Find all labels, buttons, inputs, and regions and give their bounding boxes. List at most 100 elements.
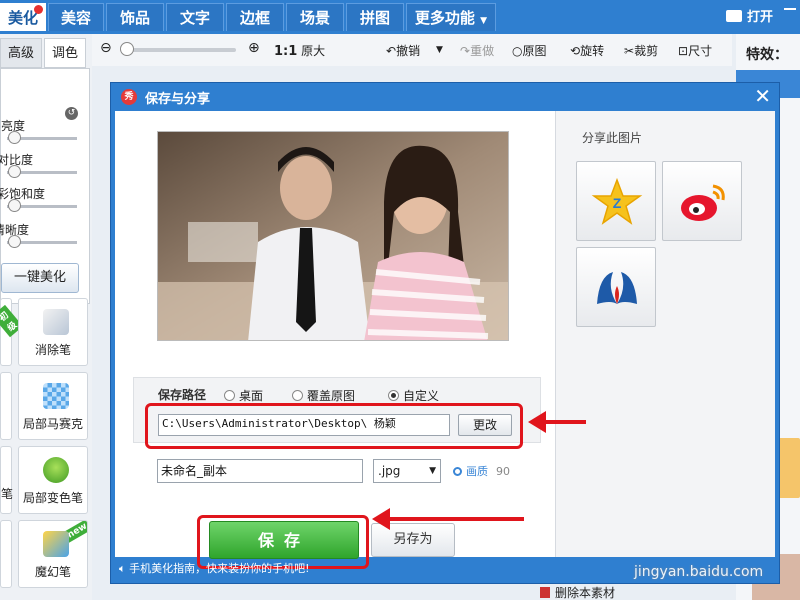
highlight-frame-path	[145, 403, 523, 449]
radio-overwrite-original[interactable]: 覆盖原图	[292, 387, 355, 404]
share-weibo-button[interactable]	[662, 161, 742, 241]
radio-circle-icon	[224, 390, 235, 401]
quality-setting[interactable]: 画质 90	[453, 463, 510, 479]
share-qzone-button[interactable]: Z	[576, 161, 656, 241]
format-value: .jpg	[378, 464, 401, 478]
minimize-icon[interactable]	[784, 8, 796, 10]
tab-label: 更多功能	[414, 9, 475, 27]
crop-button[interactable]: ✂裁剪	[624, 42, 658, 59]
radio-label: 覆盖原图	[307, 389, 356, 403]
tool-partial[interactable]: 笔	[0, 446, 13, 514]
save-path-label: 保存路径	[158, 388, 207, 402]
tab-accessories[interactable]: 饰品	[106, 3, 164, 31]
undo-label: 撤销	[396, 44, 421, 58]
undo-button[interactable]: ↶撤销	[386, 42, 420, 59]
rotate-icon: ⟲	[570, 44, 581, 58]
tab-beautify[interactable]: 美化	[0, 3, 46, 31]
chevron-down-icon: ▼	[429, 466, 436, 476]
crop-label: 裁剪	[634, 44, 659, 58]
notification-dot-icon	[34, 5, 43, 14]
quality-value: 90	[496, 465, 510, 478]
save-share-dialog: 秀 保存与分享 ✕ 保存路径 桌面 覆盖原图 自定义 C:\Users\Admi…	[110, 82, 780, 584]
circle-icon: ○	[512, 44, 523, 58]
mosaic-icon	[43, 383, 69, 409]
quality-label: 画质	[466, 465, 488, 478]
radio-label: 自定义	[403, 389, 440, 403]
magic-pen-tool[interactable]: new 魔幻笔	[18, 520, 88, 588]
zoom-in-icon[interactable]: ⊕	[248, 40, 260, 56]
renren-icon	[597, 272, 637, 304]
rotate-button[interactable]: ⟲旋转	[570, 42, 604, 59]
tab-label: 美化	[7, 9, 38, 27]
original-size-label: 原大	[301, 44, 326, 58]
photo-preview-image	[158, 132, 508, 340]
tab-beauty[interactable]: 美容	[48, 3, 104, 31]
tab-scene[interactable]: 场景	[286, 3, 344, 31]
trash-icon	[540, 587, 550, 598]
local-recolor-pen-tool[interactable]: 局部变色笔	[18, 446, 88, 514]
size-label: 尺寸	[688, 44, 713, 58]
original-image-button[interactable]: ○原图	[512, 42, 547, 59]
tab-frame[interactable]: 边框	[226, 3, 284, 31]
dialog-title: 保存与分享	[145, 92, 211, 107]
rotate-label: 旋转	[580, 44, 605, 58]
magic-wand-icon	[43, 531, 69, 557]
watermark-url: jingyan.baidu.com	[634, 564, 764, 580]
tab-advanced[interactable]: 高级	[0, 38, 42, 68]
caret-down-icon: ▼	[480, 16, 488, 26]
saturation-slider-handle[interactable]	[8, 199, 21, 212]
format-select[interactable]: .jpg ▼	[373, 459, 441, 483]
share-renren-button[interactable]	[576, 247, 656, 327]
delete-material-button[interactable]: 删除本素材	[540, 584, 615, 600]
sharpness-slider-handle[interactable]	[8, 235, 21, 248]
tool-partial[interactable]	[0, 372, 12, 440]
ratio-label: 1:1	[274, 44, 298, 59]
tab-color-adjust[interactable]: 调色	[44, 38, 86, 68]
local-mosaic-tool[interactable]: 局部马赛克	[18, 372, 88, 440]
folder-icon	[726, 10, 742, 22]
eraser-pen-tool[interactable]: 消除笔	[18, 298, 88, 366]
brightness-slider-handle[interactable]	[8, 131, 21, 144]
dialog-body: 保存路径 桌面 覆盖原图 自定义 C:\Users\Administrator\…	[115, 111, 775, 569]
eraser-icon	[43, 309, 69, 335]
one-click-beautify-button[interactable]: 一键美化	[1, 263, 79, 293]
gear-icon	[453, 467, 462, 476]
redo-icon: ↷	[460, 44, 471, 58]
adjustment-panel: ↺ 亮度 对比度 色彩饱和度 清晰度 一键美化	[0, 68, 90, 304]
qzone-icon: Z	[591, 177, 643, 225]
reset-icon[interactable]: ↺	[65, 107, 78, 120]
radio-selected-icon	[388, 390, 399, 401]
color-bucket-icon	[43, 457, 69, 483]
tab-collage[interactable]: 拼图	[346, 3, 404, 31]
redo-button[interactable]: ↷重做	[460, 42, 494, 59]
tool-partial[interactable]	[0, 520, 12, 588]
open-button[interactable]: 打开	[726, 6, 773, 25]
zoom-out-icon[interactable]: ⊖	[100, 40, 112, 56]
redo-label: 重做	[470, 44, 495, 58]
zoom-slider-handle[interactable]	[120, 42, 134, 56]
radio-custom[interactable]: 自定义	[388, 387, 439, 404]
scissors-icon: ✂	[624, 44, 635, 58]
top-menu-bar: 美化 美容 饰品 文字 边框 场景 拼图 更多功能 ▼ 打开	[0, 0, 800, 34]
filename-input[interactable]: 未命名_副本	[157, 459, 363, 483]
share-section: 分享此图片 Z	[555, 111, 775, 557]
resize-icon: ⊡	[678, 44, 689, 58]
radio-circle-icon	[292, 390, 303, 401]
tool-partial[interactable]: 初级	[0, 298, 24, 366]
actual-size-button[interactable]: 1:1 原大	[274, 42, 325, 59]
zoom-slider[interactable]	[122, 48, 236, 52]
radio-label: 桌面	[239, 389, 264, 403]
resize-button[interactable]: ⊡尺寸	[678, 42, 712, 59]
tab-more-features[interactable]: 更多功能 ▼	[406, 3, 496, 31]
original-label: 原图	[522, 44, 547, 58]
speaker-icon: 🔈︎	[119, 562, 126, 575]
radio-desktop[interactable]: 桌面	[224, 387, 263, 404]
contrast-slider-handle[interactable]	[8, 165, 21, 178]
close-icon[interactable]: ✕	[754, 85, 771, 107]
annotation-arrow	[372, 508, 524, 530]
undo-history-dropdown-icon[interactable]: ▼	[436, 45, 443, 55]
tab-text[interactable]: 文字	[166, 3, 224, 31]
image-toolbar: ⊖ ⊕ 1:1 原大 ↶撤销 ▼ ↷重做 ○原图 ⟲旋转 ✂裁剪 ⊡尺寸	[92, 34, 732, 66]
share-title: 分享此图片	[582, 131, 643, 145]
left-panel-tabs: 高级 调色	[0, 38, 90, 68]
